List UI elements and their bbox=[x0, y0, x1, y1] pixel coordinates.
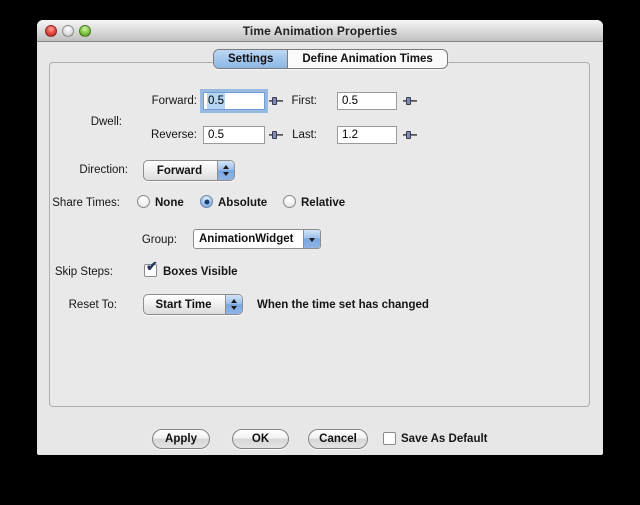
reverse-field[interactable]: 0.5 bbox=[203, 126, 265, 144]
direction-value: Forward bbox=[144, 165, 217, 177]
radio-none-label[interactable]: None bbox=[155, 197, 184, 209]
slider-thumb bbox=[406, 131, 411, 139]
title-bar[interactable]: Time Animation Properties bbox=[37, 20, 603, 42]
last-value: 1.2 bbox=[341, 127, 359, 143]
reset-to-note: When the time set has changed bbox=[257, 299, 429, 311]
down-arrow-icon bbox=[231, 306, 237, 310]
up-arrow-icon bbox=[223, 165, 229, 169]
direction-popup[interactable]: Forward bbox=[143, 160, 235, 181]
tab-define-animation-times[interactable]: Define Animation Times bbox=[288, 50, 446, 68]
chevron-down-icon bbox=[309, 238, 315, 242]
save-as-default-label[interactable]: Save As Default bbox=[401, 433, 488, 445]
reverse-label: Reverse: bbox=[137, 129, 197, 141]
boxes-visible-label[interactable]: Boxes Visible bbox=[163, 266, 238, 278]
skip-steps-label: Skip Steps: bbox=[37, 266, 113, 278]
first-value: 0.5 bbox=[341, 93, 359, 109]
first-label: First: bbox=[267, 95, 317, 107]
save-as-default-checkbox[interactable] bbox=[383, 432, 396, 445]
reset-to-popup[interactable]: Start Time bbox=[143, 294, 243, 315]
reset-to-label: Reset To: bbox=[57, 299, 117, 311]
radio-relative-label[interactable]: Relative bbox=[301, 197, 345, 209]
radio-none[interactable] bbox=[137, 195, 150, 208]
forward-field[interactable]: 0.5 bbox=[203, 92, 265, 110]
slider-icon bbox=[403, 96, 417, 106]
group-value: AnimationWidget bbox=[194, 230, 303, 248]
group-combo[interactable]: AnimationWidget bbox=[193, 229, 321, 249]
radio-absolute-label[interactable]: Absolute bbox=[218, 197, 267, 209]
combo-arrow-button[interactable] bbox=[303, 230, 320, 248]
dialog-window: Time Animation Properties Settings Defin… bbox=[37, 20, 603, 455]
radio-relative[interactable] bbox=[283, 195, 296, 208]
slider-thumb bbox=[406, 97, 411, 105]
boxes-visible-checkbox[interactable]: ✔ bbox=[144, 264, 157, 277]
cancel-button[interactable]: Cancel bbox=[308, 429, 368, 449]
tab-settings[interactable]: Settings bbox=[214, 50, 288, 68]
dwell-label: Dwell: bbox=[72, 116, 122, 128]
last-field[interactable]: 1.2 bbox=[337, 126, 397, 144]
share-times-label: Share Times: bbox=[40, 197, 120, 209]
ok-button[interactable]: OK bbox=[232, 429, 289, 449]
direction-label: Direction: bbox=[68, 164, 128, 176]
group-label: Group: bbox=[127, 234, 177, 246]
up-arrow-icon bbox=[231, 299, 237, 303]
down-arrow-icon bbox=[223, 172, 229, 176]
up-down-arrows-icon bbox=[217, 161, 234, 180]
first-field[interactable]: 0.5 bbox=[337, 92, 397, 110]
check-icon: ✔ bbox=[146, 259, 158, 273]
forward-value: 0.5 bbox=[207, 93, 225, 109]
last-label: Last: bbox=[267, 129, 317, 141]
tab-bar: Settings Define Animation Times bbox=[213, 49, 448, 69]
window-title: Time Animation Properties bbox=[37, 24, 603, 38]
reverse-value: 0.5 bbox=[207, 127, 225, 143]
slider-icon bbox=[403, 130, 417, 140]
forward-label: Forward: bbox=[137, 95, 197, 107]
radio-absolute[interactable] bbox=[200, 195, 213, 208]
apply-button[interactable]: Apply bbox=[152, 429, 210, 449]
up-down-arrows-icon bbox=[225, 295, 242, 314]
reset-to-value: Start Time bbox=[144, 299, 225, 311]
